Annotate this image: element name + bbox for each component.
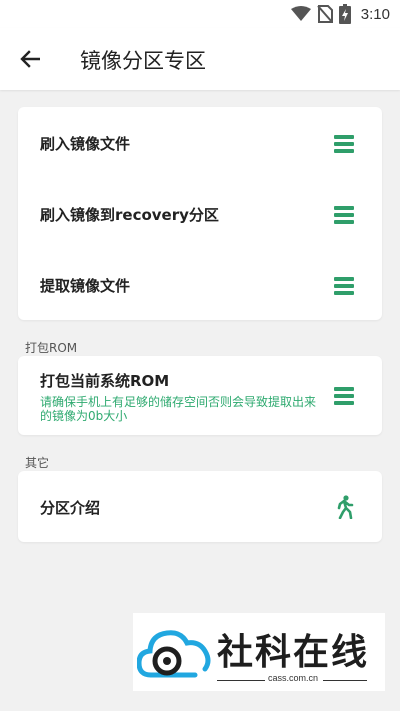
status-bar: 3:10: [0, 0, 400, 28]
partition-intro-label: 分区介绍: [40, 499, 101, 517]
no-sim-icon: [317, 5, 333, 23]
section-header-pack-rom: 打包ROM: [25, 341, 78, 355]
extract-image-label: 提取镜像文件: [40, 277, 131, 295]
watermark-divider-right: [323, 680, 367, 681]
menu-icon: [334, 277, 354, 295]
pack-rom-card: 打包当前系统ROM 请确保手机上有足够的储存空间否则会导致提取出来 的镜像为0b…: [18, 356, 382, 435]
other-card: 分区介绍: [18, 471, 382, 542]
back-button[interactable]: [14, 43, 46, 75]
page-title: 镜像分区专区: [80, 49, 206, 73]
battery-charging-icon: [338, 4, 351, 24]
pack-rom-label: 打包当前系统ROM: [40, 372, 170, 390]
status-icons: 3:10: [290, 4, 390, 24]
image-flash-card: 刷入镜像文件 刷入镜像到recovery分区 提取镜像文件: [18, 107, 382, 320]
pack-rom-item[interactable]: 打包当前系统ROM 请确保手机上有足够的储存空间否则会导致提取出来 的镜像为0b…: [18, 356, 382, 435]
pack-rom-subtitle-line2: 的镜像为0b大小: [40, 409, 128, 423]
cloud-eye-icon: [137, 630, 211, 678]
pack-rom-subtitle-line1: 请确保手机上有足够的储存空间否则会导致提取出来: [40, 395, 317, 409]
menu-icon: [334, 387, 354, 405]
watermark-logo: 社科在线 cass.com.cn: [133, 613, 385, 691]
watermark-text: 社科在线: [217, 632, 370, 673]
arrow-back-icon: [20, 50, 40, 68]
menu-icon: [334, 135, 354, 153]
extract-image-item[interactable]: 提取镜像文件: [18, 249, 382, 320]
running-person-icon: [337, 495, 354, 519]
watermark-divider-left: [217, 680, 265, 681]
app-bar: 镜像分区专区: [0, 28, 400, 90]
menu-icon: [334, 206, 354, 224]
wifi-icon: [290, 6, 311, 21]
watermark-url: cass.com.cn: [268, 673, 319, 683]
flash-recovery-item[interactable]: 刷入镜像到recovery分区: [18, 178, 382, 249]
section-header-other: 其它: [25, 456, 50, 470]
flash-image-item[interactable]: 刷入镜像文件: [18, 107, 382, 178]
partition-intro-item[interactable]: 分区介绍: [18, 471, 382, 542]
status-time: 3:10: [360, 5, 390, 23]
flash-image-label: 刷入镜像文件: [40, 135, 131, 153]
flash-recovery-label: 刷入镜像到recovery分区: [40, 206, 219, 224]
